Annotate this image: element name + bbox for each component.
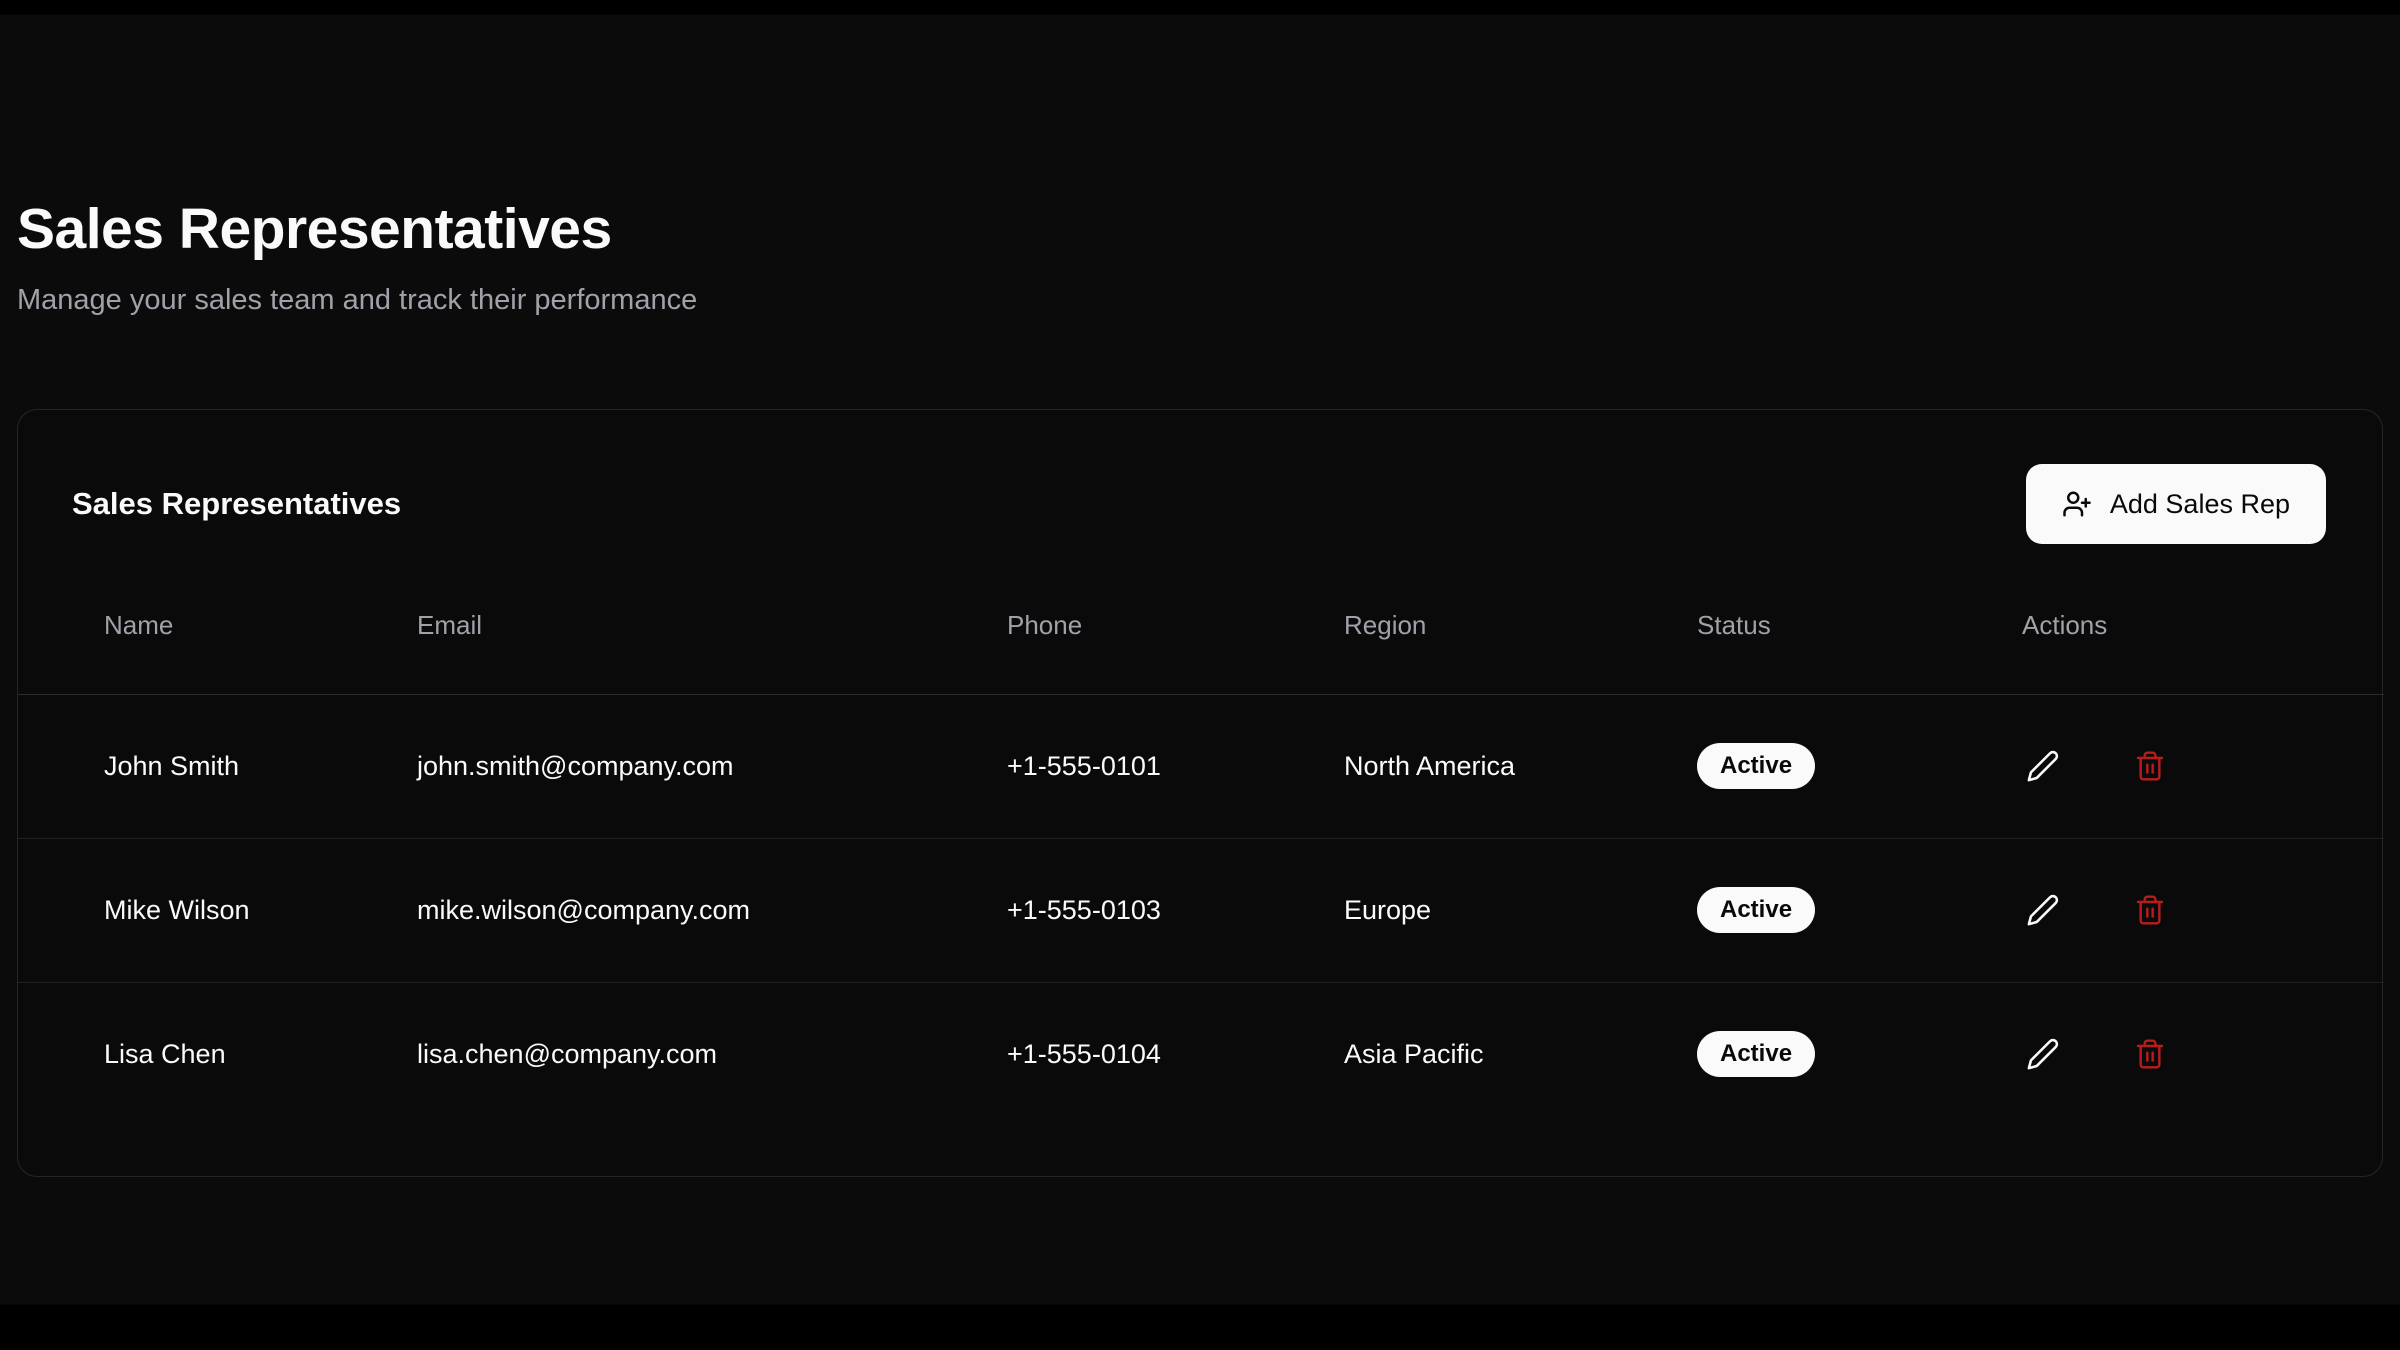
user-plus-icon [2062,489,2092,519]
trash-icon [2134,750,2166,782]
edit-button[interactable] [2022,889,2064,931]
column-header-region: Region [1344,558,1697,694]
trash-icon [2134,894,2166,926]
trash-icon [2134,1038,2166,1070]
pencil-icon [2026,893,2060,927]
column-header-email: Email [417,558,1007,694]
table-body: John Smith john.smith@company.com +1-555… [18,694,2384,1126]
edit-button[interactable] [2022,745,2064,787]
cell-name: Lisa Chen [18,982,417,1126]
pencil-icon [2026,749,2060,783]
row-actions [2022,745,2384,787]
status-badge: Active [1697,887,1815,933]
row-actions [2022,889,2384,931]
cell-status: Active [1697,838,2022,982]
cell-region: Asia Pacific [1344,982,1697,1126]
column-header-phone: Phone [1007,558,1344,694]
cell-phone: +1-555-0101 [1007,694,1344,838]
add-sales-rep-button[interactable]: Add Sales Rep [2026,464,2326,544]
cell-actions [2022,982,2384,1126]
cell-region: Europe [1344,838,1697,982]
pencil-icon [2026,1037,2060,1071]
column-header-name: Name [18,558,417,694]
cell-region: North America [1344,694,1697,838]
column-header-actions: Actions [2022,558,2384,694]
add-sales-rep-button-label: Add Sales Rep [2110,489,2290,520]
row-actions [2022,1033,2384,1075]
column-header-status: Status [1697,558,2022,694]
table-row: Lisa Chen lisa.chen@company.com +1-555-0… [18,982,2384,1126]
cell-email: john.smith@company.com [417,694,1007,838]
status-badge: Active [1697,1031,1815,1077]
cell-email: mike.wilson@company.com [417,838,1007,982]
page-title: Sales Representatives [17,196,2383,262]
delete-button[interactable] [2130,890,2170,930]
cell-actions [2022,838,2384,982]
sales-reps-table: Name Email Phone Region Status Actions J… [18,558,2384,1126]
cell-name: John Smith [18,694,417,838]
cell-phone: +1-555-0104 [1007,982,1344,1126]
edit-button[interactable] [2022,1033,2064,1075]
cell-actions [2022,694,2384,838]
table-header-row: Name Email Phone Region Status Actions [18,558,2384,694]
table-row: John Smith john.smith@company.com +1-555… [18,694,2384,838]
delete-button[interactable] [2130,1034,2170,1074]
delete-button[interactable] [2130,746,2170,786]
card-header: Sales Representatives Add Sales Rep [18,410,2382,544]
cell-email: lisa.chen@company.com [417,982,1007,1126]
cell-status: Active [1697,982,2022,1126]
table-row: Mike Wilson mike.wilson@company.com +1-5… [18,838,2384,982]
page-subtitle: Manage your sales team and track their p… [17,284,2383,317]
cell-status: Active [1697,694,2022,838]
sales-reps-card: Sales Representatives Add Sales Rep [17,409,2383,1177]
cell-name: Mike Wilson [18,838,417,982]
status-badge: Active [1697,743,1815,789]
cell-phone: +1-555-0103 [1007,838,1344,982]
page: Sales Representatives Manage your sales … [0,0,2400,1177]
card-title: Sales Representatives [72,486,401,522]
